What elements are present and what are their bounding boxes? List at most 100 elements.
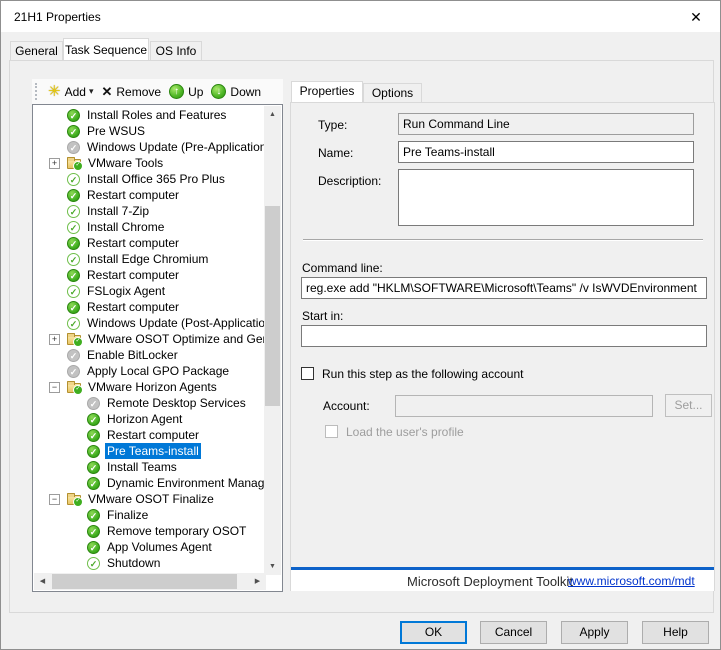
command-line-label: Command line: xyxy=(302,261,383,275)
tree-item-label: Restart computer xyxy=(85,187,181,203)
remove-button[interactable]: ✕ Remove xyxy=(97,81,165,102)
ok-button[interactable]: OK xyxy=(400,621,467,644)
close-icon[interactable]: ✕ xyxy=(682,6,710,28)
toolbar-grip xyxy=(35,83,38,100)
check-gray-icon: ✓ xyxy=(67,349,80,362)
set-account-button: Set... xyxy=(665,394,712,417)
tab-os-info[interactable]: OS Info xyxy=(150,41,202,61)
help-button[interactable]: Help xyxy=(642,621,709,644)
tree-item-label: Install Office 365 Pro Plus xyxy=(85,171,227,187)
tree-toolbar: ✳ Add ▾ ✕ Remove ↑ Up ↓ Down xyxy=(32,79,283,104)
check-solid-icon: ✓ xyxy=(67,301,80,314)
tree-item[interactable]: − VMware OSOT Finalize xyxy=(34,491,264,507)
check-solid-icon: ✓ xyxy=(87,525,100,538)
tree-horizontal-scrollbar[interactable]: ◀ ▶ xyxy=(34,573,266,590)
scroll-up-icon[interactable]: ▲ xyxy=(264,106,281,123)
tree-item[interactable]: ✓Remote Desktop Services xyxy=(34,395,264,411)
scroll-down-icon[interactable]: ▼ xyxy=(264,558,281,575)
up-button[interactable]: ↑ Up xyxy=(165,81,207,102)
tree-item[interactable]: ✓Windows Update (Pre-Application Inst xyxy=(34,139,264,155)
name-label: Name: xyxy=(318,146,353,160)
tree-item-label: Windows Update (Pre-Application Inst xyxy=(85,139,264,155)
tree-item[interactable]: ✓Restart computer xyxy=(34,299,264,315)
tree-item-label: Install Chrome xyxy=(85,219,166,235)
check-outline-icon: ✓ xyxy=(67,253,80,266)
properties-panel: Type: Name: Description: Command line: S… xyxy=(290,102,715,591)
tree-item-label: Dynamic Environment Manager xyxy=(105,475,264,491)
vertical-scroll-thumb[interactable] xyxy=(265,206,280,406)
tree-item[interactable]: ✓Restart computer xyxy=(34,427,264,443)
apply-button[interactable]: Apply xyxy=(561,621,628,644)
check-outline-icon: ✓ xyxy=(67,221,80,234)
check-solid-icon: ✓ xyxy=(87,509,100,522)
folder-icon xyxy=(67,495,81,505)
check-solid-icon: ✓ xyxy=(67,237,80,250)
tree-item[interactable]: ✓Install Office 365 Pro Plus xyxy=(34,171,264,187)
tab-general[interactable]: General xyxy=(10,41,63,61)
properties-dialog: 21H1 Properties ✕ General Task Sequence … xyxy=(0,0,721,650)
tree-item-label: Finalize xyxy=(105,507,150,523)
tree-item-label: Restart computer xyxy=(85,235,181,251)
down-button[interactable]: ↓ Down xyxy=(207,81,265,102)
expander-minus-icon[interactable]: − xyxy=(49,494,60,505)
tree-item-label: Enable BitLocker xyxy=(85,347,180,363)
check-solid-icon: ✓ xyxy=(67,109,80,122)
scroll-right-icon[interactable]: ▶ xyxy=(249,573,266,590)
tree-item[interactable]: ✓Shutdown xyxy=(34,555,264,571)
tree-item-label: Remote Desktop Services xyxy=(105,395,248,411)
tree-item-label: Install Teams xyxy=(105,459,179,475)
tree-item[interactable]: ✓Restart computer xyxy=(34,187,264,203)
tree-item[interactable]: ✓Install 7-Zip xyxy=(34,203,264,219)
start-in-field[interactable] xyxy=(301,325,707,347)
tab-options[interactable]: Options xyxy=(363,83,422,103)
tree-item[interactable]: ✓Install Roles and Features xyxy=(34,107,264,123)
check-outline-icon: ✓ xyxy=(67,317,80,330)
expander-plus-icon[interactable]: + xyxy=(49,158,60,169)
tree-item[interactable]: ✓ Enable BitLocker xyxy=(34,347,264,363)
tree-item[interactable]: −VMware Horizon Agents xyxy=(34,379,264,395)
tree-item[interactable]: ✓FSLogix Agent xyxy=(34,283,264,299)
tree-item[interactable]: ✓ Install Chrome xyxy=(34,219,264,235)
tree-item[interactable]: ✓Windows Update (Post-Application Ins xyxy=(34,315,264,331)
expander-minus-icon[interactable]: − xyxy=(49,382,60,393)
brand-text: Microsoft Deployment Toolkit xyxy=(407,574,573,589)
tree-item-label: VMware OSOT Finalize xyxy=(86,491,216,507)
cancel-button[interactable]: Cancel xyxy=(480,621,547,644)
tree-item[interactable]: ✓Install Edge Chromium xyxy=(34,251,264,267)
tree-item[interactable]: ✓Pre Teams-install xyxy=(34,443,264,459)
scroll-left-icon[interactable]: ◀ xyxy=(34,573,51,590)
add-button[interactable]: ✳ Add ▾ xyxy=(44,81,97,102)
check-solid-icon: ✓ xyxy=(87,461,100,474)
tree-item[interactable]: +VMware Tools xyxy=(34,155,264,171)
tree-item[interactable]: ✓App Volumes Agent xyxy=(34,539,264,555)
tree-item[interactable]: ✓Horizon Agent xyxy=(34,411,264,427)
tree-item-label: Horizon Agent xyxy=(105,411,184,427)
check-gray-icon: ✓ xyxy=(67,365,80,378)
tree-item[interactable]: ✓ Restart computer xyxy=(34,235,264,251)
horizontal-scroll-thumb[interactable] xyxy=(52,574,237,589)
mdt-link[interactable]: www.microsoft.com/mdt xyxy=(568,574,695,588)
tree-item[interactable]: ✓Dynamic Environment Manager xyxy=(34,475,264,491)
tree-item-label: VMware OSOT Optimize and Generali xyxy=(86,331,264,347)
description-field[interactable] xyxy=(398,169,694,226)
command-line-field[interactable] xyxy=(301,277,707,299)
type-label: Type: xyxy=(318,118,347,132)
folder-icon xyxy=(67,159,81,169)
tree-item[interactable]: ✓Restart computer xyxy=(34,267,264,283)
tree-item[interactable]: + VMware OSOT Optimize and Generali xyxy=(34,331,264,347)
tree-item[interactable]: ✓ Finalize xyxy=(34,507,264,523)
tree-item[interactable]: ✓Remove temporary OSOT xyxy=(34,523,264,539)
tree-item[interactable]: ✓ Install Teams xyxy=(34,459,264,475)
expander-plus-icon[interactable]: + xyxy=(49,334,60,345)
run-as-account-checkbox[interactable] xyxy=(301,367,314,380)
tree-vertical-scrollbar[interactable]: ▲ ▼ xyxy=(264,106,281,575)
tab-task-sequence[interactable]: Task Sequence xyxy=(63,38,149,61)
tree-item-label: Pre Teams-install xyxy=(105,443,201,459)
name-field[interactable] xyxy=(398,141,694,163)
tree-item[interactable]: ✓Apply Local GPO Package xyxy=(34,363,264,379)
up-arrow-icon: ↑ xyxy=(169,84,184,99)
tab-properties[interactable]: Properties xyxy=(291,81,363,103)
tree-item[interactable]: ✓Pre WSUS xyxy=(34,123,264,139)
title-bar: 21H1 Properties ✕ xyxy=(1,1,720,32)
tree-item-label: Restart computer xyxy=(85,267,181,283)
